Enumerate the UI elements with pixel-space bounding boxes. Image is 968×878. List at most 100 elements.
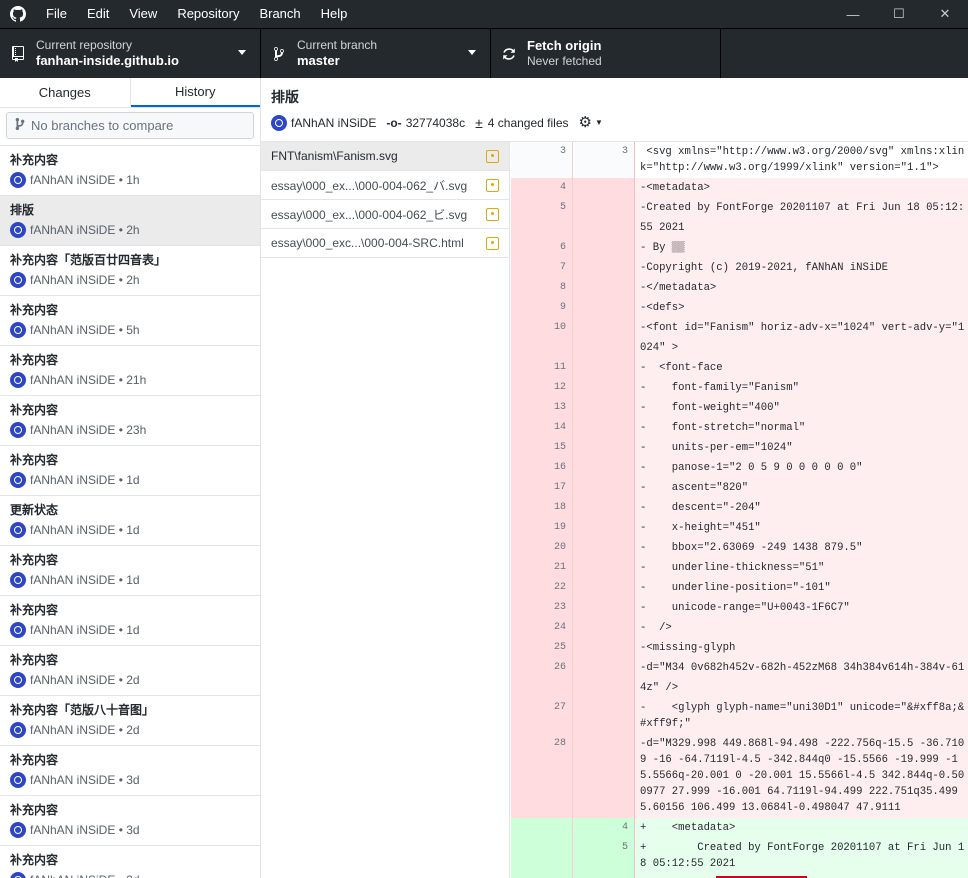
commit-item-title: 补充内容 [10, 403, 59, 417]
current-repository-button[interactable]: Current repository fanhan-inside.github.… [0, 29, 261, 78]
meta-separator: • [115, 323, 127, 337]
diff-settings-button[interactable]: ⚙ ▼ [579, 115, 603, 131]
meta-separator: • [115, 723, 127, 737]
commit-list-item[interactable]: 补充内容 fANhAN iNSiDE • 1h [0, 146, 260, 196]
diff-line[interactable]: 25 -<missing-glyph [511, 638, 968, 658]
commit-item-time: 1d [126, 523, 140, 537]
commit-list-item[interactable]: 更新状态 fANhAN iNSiDE • 1d [0, 496, 260, 546]
menu-repository[interactable]: Repository [167, 0, 249, 28]
diff-line[interactable]: 23 - unicode-range="U+0043-1F6C7" [511, 598, 968, 618]
diff-line[interactable]: 10 -<font id="Fanism" horiz-adv-x="1024" … [511, 318, 968, 358]
diff-line[interactable]: 8 -</metadata> [511, 278, 968, 298]
new-line-number [573, 478, 635, 498]
menu-edit[interactable]: Edit [77, 0, 119, 28]
diff-line-content: -</metadata> [635, 278, 968, 298]
minimize-icon[interactable]: — [830, 0, 876, 28]
diff-line[interactable]: 4 + <metadata> [511, 818, 968, 838]
commit-list-item[interactable]: 补充内容 fANhAN iNSiDE • 1d [0, 546, 260, 596]
diff-line[interactable]: 33 <svg xmlns="http://www.w3.org/2000/sv… [511, 142, 968, 178]
commit-list-item[interactable]: 补充内容 fANhAN iNSiDE • 23h [0, 396, 260, 446]
file-item[interactable]: essay\000_ex...\000-004-062_バ.svg [261, 171, 509, 200]
menu-help[interactable]: Help [311, 0, 358, 28]
commit-list-item[interactable]: 补充内容「范版八十音图」 fANhAN iNSiDE • 2d [0, 696, 260, 746]
diff-line[interactable]: 18 - descent="-204" [511, 498, 968, 518]
avatar [10, 322, 26, 338]
diff-line[interactable]: 24 - /> [511, 618, 968, 638]
commit-item-title: 补充内容 [10, 653, 59, 667]
commit-list-item[interactable]: 补充内容 fANhAN iNSiDE • 1d [0, 446, 260, 496]
commit-list-item[interactable]: 补充内容 fANhAN iNSiDE • 3d [0, 796, 260, 846]
diff-line[interactable]: 4 -<metadata> [511, 178, 968, 198]
diff-line[interactable]: 6 - By ▒▒ [511, 238, 968, 258]
diff-line[interactable]: 21 - underline-thickness="51" [511, 558, 968, 578]
diff-line-content: + By fANhAN iNSiDE [635, 874, 968, 878]
avatar [10, 722, 26, 738]
meta-separator: • [115, 823, 127, 837]
diff-line[interactable]: 26 -d="M34 0v682h452v-682h-452zM68 34h384… [511, 658, 968, 698]
diff-line[interactable]: 5 -Created by FontForge 20201107 at Fri J… [511, 198, 968, 238]
tab-history[interactable]: History [130, 78, 260, 107]
meta-separator: • [115, 673, 127, 687]
commit-item-time: 1d [126, 573, 140, 587]
diff-line[interactable]: 16 - panose-1="2 0 5 9 0 0 0 0 0 0" [511, 458, 968, 478]
file-item[interactable]: essay\000_exc...\000-004-SRC.html [261, 229, 509, 258]
branch-compare-input[interactable]: No branches to compare [6, 112, 254, 139]
menu-view[interactable]: View [119, 0, 167, 28]
commit-list-item[interactable]: 补充内容 fANhAN iNSiDE • 5h [0, 296, 260, 346]
commit-item-author: fANhAN iNSiDE [30, 223, 116, 237]
menu-branch[interactable]: Branch [249, 0, 310, 28]
diff-line[interactable]: 28 -d="M329.998 449.868l-94.498 -222.756q… [511, 734, 968, 818]
commit-sha[interactable]: 32774038c [406, 115, 465, 131]
meta-separator: • [115, 573, 127, 587]
diff-line[interactable]: 5 + Created by FontForge 20201107 at Fri … [511, 838, 968, 874]
commit-list-item[interactable]: 补充内容 fANhAN iNSiDE • 3d [0, 746, 260, 796]
commit-list-item[interactable]: 补充内容 fANhAN iNSiDE • 21h [0, 346, 260, 396]
diff-line[interactable]: 7 -Copyright (c) 2019-2021, fANhAN iNSiDE [511, 258, 968, 278]
diff-line[interactable]: 17 - ascent="820" [511, 478, 968, 498]
commit-icon: -o- [386, 116, 402, 130]
github-logo-icon [0, 0, 36, 28]
diff-line[interactable]: 27 - <glyph glyph-name="uni30D1" unicode=… [511, 698, 968, 734]
new-line-number [573, 734, 635, 818]
file-item[interactable]: FNT\fanism\Fanism.svg [261, 142, 509, 171]
diff-line-content: - bbox="2.63069 -249 1438 879.5" [635, 538, 968, 558]
diff-line-content: - underline-thickness="51" [635, 558, 968, 578]
commit-list-item[interactable]: 补充内容「范版百廿四音表」 fANhAN iNSiDE • 2h [0, 246, 260, 296]
commit-list-item[interactable]: 排版 fANhAN iNSiDE • 2h [0, 196, 260, 246]
tab-changes[interactable]: Changes [0, 78, 131, 107]
diff-view[interactable]: 33 <svg xmlns="http://www.w3.org/2000/sv… [511, 142, 968, 878]
commit-item-title: 补充内容「范版百廿四音表」 [10, 253, 167, 267]
file-item[interactable]: essay\000_ex...\000-004-062_ビ.svg [261, 200, 509, 229]
new-line-number [573, 418, 635, 438]
maximize-icon[interactable]: ☐ [876, 0, 922, 28]
new-line-number: 5 [573, 838, 635, 874]
old-line-number: 23 [511, 598, 573, 618]
old-line-number: 16 [511, 458, 573, 478]
new-line-number [573, 378, 635, 398]
commit-item-meta: fANhAN iNSiDE • 2d [10, 722, 250, 738]
fetch-origin-button[interactable]: Fetch origin Never fetched [491, 29, 721, 78]
diff-line[interactable]: 15 - units-per-em="1024" [511, 438, 968, 458]
diff-line[interactable]: 19 - x-height="451" [511, 518, 968, 538]
menu-file[interactable]: File [36, 0, 77, 28]
diff-line[interactable]: 22 - underline-position="-101" [511, 578, 968, 598]
diff-line[interactable]: 6+ By fANhAN iNSiDE [511, 874, 968, 878]
current-branch-button[interactable]: Current branch master [261, 29, 491, 78]
diff-line-content: -<metadata> [635, 178, 968, 198]
diff-line[interactable]: 20 - bbox="2.63069 -249 1438 879.5" [511, 538, 968, 558]
commit-list-item[interactable]: 补充内容 fANhAN iNSiDE • 2d [0, 646, 260, 696]
diff-line[interactable]: 13 - font-weight="400" [511, 398, 968, 418]
diff-line[interactable]: 12 - font-family="Fanism" [511, 378, 968, 398]
diff-line[interactable]: 9 -<defs> [511, 298, 968, 318]
commit-item-meta: fANhAN iNSiDE • 1d [10, 622, 250, 638]
commit-item-author: fANhAN iNSiDE [30, 573, 116, 587]
commit-item-meta: fANhAN iNSiDE • 2h [10, 272, 250, 288]
diff-line-content: -d="M34 0v682h452v-682h-452zM68 34h384v6… [635, 658, 968, 698]
old-line-number [511, 818, 573, 838]
close-icon[interactable]: ✕ [922, 0, 968, 28]
avatar [271, 115, 287, 131]
commit-list-item[interactable]: 补充内容 fANhAN iNSiDE • 3d [0, 846, 260, 878]
diff-line[interactable]: 14 - font-stretch="normal" [511, 418, 968, 438]
commit-list-item[interactable]: 补充内容 fANhAN iNSiDE • 1d [0, 596, 260, 646]
diff-line[interactable]: 11 - <font-face [511, 358, 968, 378]
